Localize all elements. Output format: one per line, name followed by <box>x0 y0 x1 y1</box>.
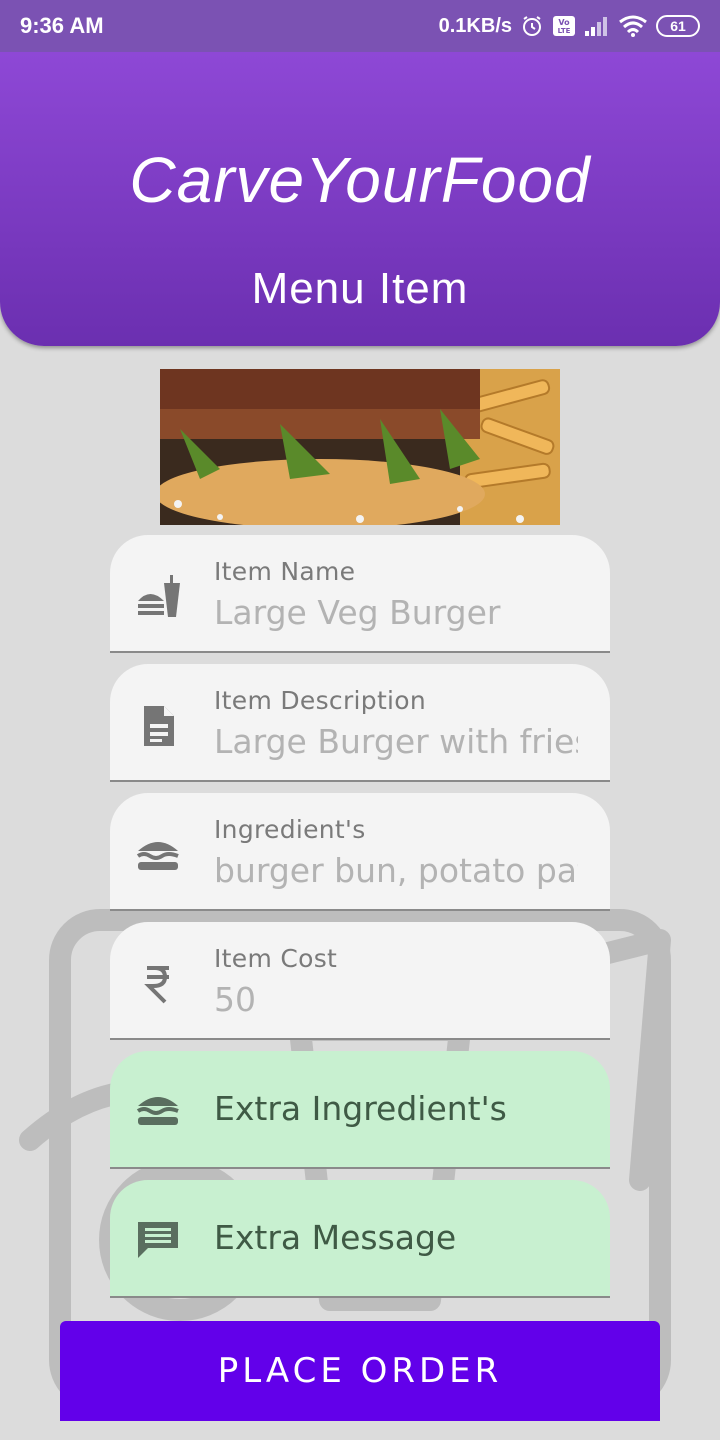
status-indicators: 0.1KB/s Vo LTE 61 <box>439 14 700 38</box>
screen: 9:36 AM 0.1KB/s Vo LTE 61 CarveYourFood … <box>0 0 720 1440</box>
page-title: Menu Item <box>251 264 469 313</box>
food-image <box>160 369 560 525</box>
network-speed: 0.1KB/s <box>438 14 512 37</box>
battery-icon: 61 <box>656 15 700 37</box>
item-description-input[interactable]: Large Burger with fries <box>214 722 578 761</box>
app-title: CarveYourFood <box>129 144 591 216</box>
item-name-field[interactable]: Item Name Large Veg Burger <box>110 535 610 653</box>
header: CarveYourFood Menu Item <box>0 52 720 346</box>
item-name-input[interactable]: Large Veg Burger <box>214 593 578 632</box>
svg-text:Vo: Vo <box>558 18 570 27</box>
rupee-icon <box>136 962 180 1006</box>
extra-message-button[interactable]: Extra Message <box>110 1180 610 1298</box>
status-time: 9:36 AM <box>20 13 104 38</box>
fastfood-icon <box>136 575 180 619</box>
item-name-label: Item Name <box>214 557 356 586</box>
message-icon <box>136 1217 180 1261</box>
burger-icon <box>136 1088 180 1132</box>
signal-icon <box>585 17 607 36</box>
alarm-icon <box>523 16 541 36</box>
ingredients-label: Ingredient's <box>214 815 366 844</box>
item-cost-label: Item Cost <box>214 944 338 973</box>
item-cost-input[interactable]: 50 <box>214 980 578 1019</box>
place-order-button[interactable]: PLACE ORDER <box>60 1321 660 1421</box>
ingredients-field[interactable]: Ingredient's burger bun, potato patty <box>110 793 610 911</box>
status-bar: 9:36 AM 0.1KB/s Vo LTE 61 <box>0 0 720 52</box>
volte-icon: Vo LTE <box>553 16 575 36</box>
extra-message-label: Extra Message <box>214 1218 457 1257</box>
extra-ingredients-button[interactable]: Extra Ingredient's <box>110 1051 610 1169</box>
burger-icon <box>136 833 180 877</box>
item-cost-field[interactable]: Item Cost 50 <box>110 922 610 1040</box>
extra-ingredients-label: Extra Ingredient's <box>214 1089 507 1128</box>
ingredients-input[interactable]: burger bun, potato patty <box>214 851 578 890</box>
document-icon <box>136 704 180 748</box>
wifi-icon <box>619 15 647 37</box>
item-description-label: Item Description <box>214 686 427 715</box>
svg-text:LTE: LTE <box>558 27 571 35</box>
item-description-field[interactable]: Item Description Large Burger with fries <box>110 664 610 782</box>
